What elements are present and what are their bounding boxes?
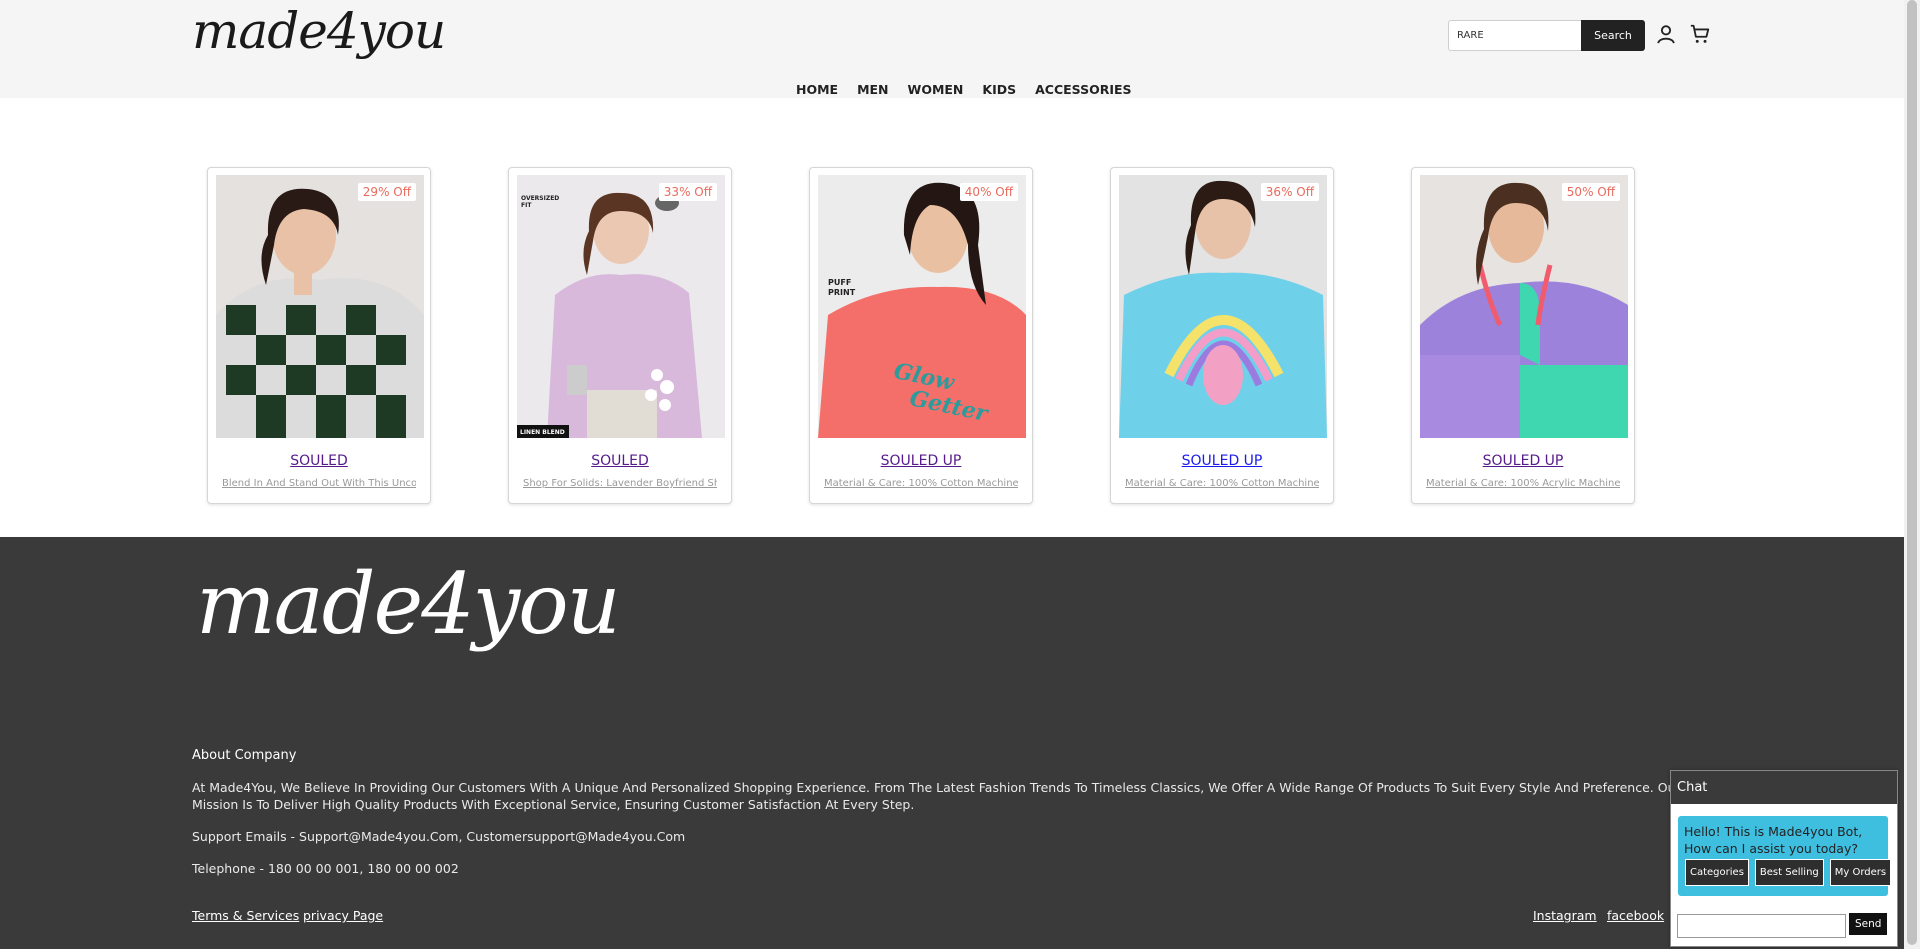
nav-men[interactable]: MEN	[857, 82, 888, 97]
facebook-link[interactable]: facebook	[1607, 908, 1664, 923]
chat-widget: Chat Hello! This is Made4you Bot, How ca…	[1670, 770, 1898, 947]
product-brand-link[interactable]: SOULED	[208, 453, 430, 469]
product-image[interactable]: 50% Off	[1420, 175, 1628, 438]
product-image[interactable]: Glow Getter PUFF PRINT 40% Off	[818, 175, 1026, 438]
terms-link[interactable]: Terms & Services	[192, 908, 299, 923]
chat-message-text: Hello! This is Made4you Bot, How can I a…	[1684, 824, 1863, 856]
site-logo[interactable]: made4you	[192, 2, 446, 60]
chat-option-categories[interactable]: Categories	[1685, 859, 1749, 886]
chat-options: Categories Best Selling My Orders	[1685, 859, 1892, 886]
chat-option-my-orders[interactable]: My Orders	[1829, 859, 1892, 886]
chat-bot-message: Hello! This is Made4you Bot, How can I a…	[1678, 816, 1892, 896]
scrollbar-thumb[interactable]	[1907, 0, 1917, 945]
discount-badge: 36% Off	[1260, 183, 1319, 201]
product-brand-link[interactable]: SOULED	[509, 453, 731, 469]
telephone: Telephone - 180 00 00 001, 180 00 00 002	[192, 861, 459, 876]
site-footer: made4you About Company At Made4You, We B…	[0, 537, 1904, 949]
chat-input[interactable]	[1677, 914, 1846, 938]
svg-text:OVERSIZED: OVERSIZED	[521, 195, 559, 202]
main-nav: HOME MEN WOMEN KIDS ACCESSORIES	[796, 82, 1151, 97]
svg-text:LINEN BLEND: LINEN BLEND	[520, 429, 565, 436]
discount-badge: 40% Off	[959, 183, 1018, 201]
svg-text:FIT: FIT	[521, 202, 532, 209]
product-card[interactable]: 36% Off SOULED UP Material & Care: 100% …	[1110, 167, 1334, 504]
search-bar: Search	[1448, 20, 1645, 51]
svg-text:PRINT: PRINT	[828, 288, 856, 297]
product-brand-link[interactable]: SOULED UP	[810, 453, 1032, 469]
nav-accessories[interactable]: ACCESSORIES	[1035, 82, 1131, 97]
discount-badge: 29% Off	[357, 183, 416, 201]
user-icon[interactable]	[1655, 23, 1677, 45]
nav-kids[interactable]: KIDS	[982, 82, 1016, 97]
svg-text:PUFF: PUFF	[828, 278, 851, 287]
page-scrollbar[interactable]	[1904, 0, 1920, 949]
product-card[interactable]: OVERSIZED FIT LINEN BLEND 33% Off SOULED…	[508, 167, 732, 504]
nav-home[interactable]: HOME	[796, 82, 838, 97]
search-input[interactable]	[1448, 20, 1581, 51]
discount-badge: 50% Off	[1561, 183, 1620, 201]
chat-option-best-selling[interactable]: Best Selling	[1754, 859, 1824, 886]
nav-women[interactable]: WOMEN	[908, 82, 964, 97]
product-brand-link[interactable]: SOULED UP	[1412, 453, 1634, 469]
site-header: made4you Search HOME MEN WOMEN KIDS ACCE…	[0, 0, 1904, 98]
cart-icon[interactable]	[1689, 23, 1711, 45]
product-card[interactable]: 50% Off SOULED UP Material & Care: 100% …	[1411, 167, 1635, 504]
product-description-link[interactable]: Shop For Solids: Lavender Boyfriend Sh	[523, 478, 717, 489]
chat-title: Chat	[1671, 771, 1897, 804]
footer-logo: made4you	[196, 555, 621, 653]
product-card[interactable]: 29% Off SOULED Blend In And Stand Out Wi…	[207, 167, 431, 504]
product-image[interactable]: 36% Off	[1119, 175, 1327, 438]
product-image[interactable]: OVERSIZED FIT LINEN BLEND 33% Off	[517, 175, 725, 438]
support-emails: Support Emails - Support@Made4you.Com, C…	[192, 829, 686, 844]
product-description-link[interactable]: Material & Care: 100% Cotton Machine	[1125, 478, 1319, 489]
discount-badge: 33% Off	[658, 183, 717, 201]
about-heading: About Company	[192, 748, 297, 763]
product-card[interactable]: Glow Getter PUFF PRINT 40% Off SOULED UP…	[809, 167, 1033, 504]
product-description-link[interactable]: Blend In And Stand Out With This Unco	[222, 478, 416, 489]
product-description-link[interactable]: Material & Care: 100% Cotton Machine	[824, 478, 1018, 489]
product-image[interactable]: 29% Off	[216, 175, 424, 438]
product-brand-link[interactable]: SOULED UP	[1111, 453, 1333, 469]
search-button[interactable]: Search	[1581, 20, 1645, 51]
chat-send-button[interactable]: Send	[1849, 913, 1887, 935]
about-text: At Made4You, We Believe In Providing Our…	[192, 780, 1681, 812]
instagram-link[interactable]: Instagram	[1533, 908, 1597, 923]
privacy-link[interactable]: privacy Page	[303, 908, 383, 923]
product-description-link[interactable]: Material & Care: 100% Acrylic Machine	[1426, 478, 1620, 489]
